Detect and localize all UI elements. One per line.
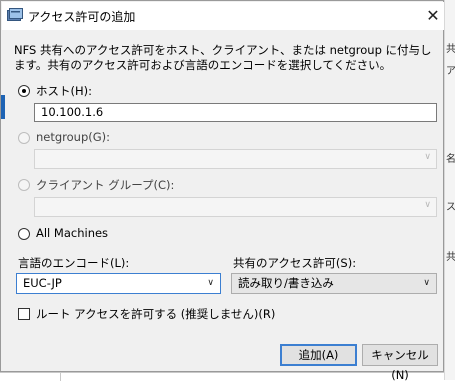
focus-accent-bar — [1, 95, 5, 119]
background-text: ア — [446, 66, 455, 77]
add-permission-dialog: アクセス許可の追加 ✕ NFS 共有へのアクセス許可をホスト、クライアント、また… — [0, 0, 445, 382]
chevron-down-icon: ∨ — [423, 278, 430, 288]
share-folder-icon — [7, 8, 23, 21]
encoding-select[interactable]: EUC-JP ∨ — [16, 273, 221, 294]
share-access-label: 共有のアクセス許可(S): — [233, 256, 357, 270]
netgroup-radio[interactable] — [18, 132, 30, 144]
chevron-down-icon: ∨ — [207, 278, 214, 288]
background-text: ス — [446, 202, 455, 213]
background-text: 共 — [446, 44, 455, 55]
background-text: 共 — [446, 252, 455, 263]
client-group-combo[interactable]: ∨ — [34, 197, 437, 217]
chevron-down-icon: ∨ — [424, 200, 431, 210]
encoding-label: 言語のエンコード(L): — [18, 256, 130, 270]
client-group-label: クライアント グループ(C): — [36, 178, 175, 192]
dialog-title: アクセス許可の追加 — [28, 10, 136, 24]
netgroup-label: netgroup(G): — [36, 130, 111, 144]
client-group-radio[interactable] — [18, 179, 30, 191]
cancel-button[interactable]: キャンセル(N) — [362, 344, 438, 382]
root-access-checkbox[interactable] — [18, 308, 30, 320]
netgroup-combo[interactable]: ∨ — [34, 149, 437, 169]
share-access-value: 読み取り/書き込み — [238, 276, 334, 290]
host-radio[interactable] — [18, 85, 30, 97]
background-window-edge: 共 ア 名 ス 共 — [444, 0, 455, 380]
host-input[interactable]: 10.100.1.6 — [34, 103, 437, 122]
all-machines-label: All Machines — [36, 226, 109, 240]
add-button[interactable]: 追加(A) — [280, 344, 357, 366]
all-machines-radio[interactable] — [18, 228, 30, 240]
chevron-down-icon: ∨ — [424, 152, 431, 162]
root-access-label: ルート アクセスを許可する (推奨しません)(R) — [36, 307, 276, 321]
description-text: NFS 共有へのアクセス許可をホスト、クライアント、または netgroup に… — [14, 43, 432, 72]
host-label: ホスト(H): — [36, 84, 92, 98]
close-button[interactable]: ✕ — [421, 5, 445, 27]
background-text: 名 — [446, 154, 455, 165]
share-access-select[interactable]: 読み取り/書き込み ∨ — [231, 273, 437, 294]
encoding-value: EUC-JP — [23, 276, 62, 290]
